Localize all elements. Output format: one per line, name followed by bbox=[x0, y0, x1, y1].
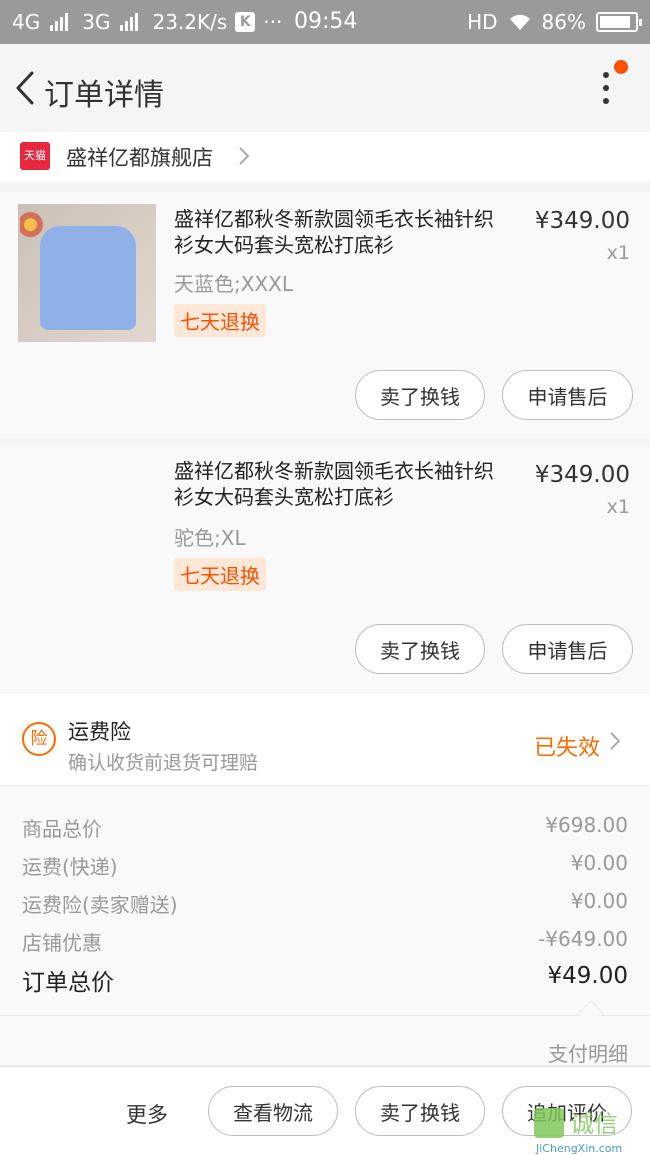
product-name[interactable]: 盛祥亿都秋冬新款圆领毛衣长袖针织衫女大码套头宽松打底衫 bbox=[174, 458, 504, 510]
summary-value: ¥0.00 bbox=[570, 851, 628, 875]
watermark-logo-icon bbox=[534, 1108, 564, 1138]
product-name[interactable]: 盛祥亿都秋冬新款圆领毛衣长袖针织衫女大码套头宽松打底衫 bbox=[174, 206, 504, 258]
product-sku: 天蓝色;XXXL bbox=[174, 272, 293, 296]
page-title: 订单详情 bbox=[44, 78, 164, 113]
product-price: ¥349.00 bbox=[534, 208, 630, 234]
summary-value: -¥649.00 bbox=[538, 927, 628, 951]
after-sale-button[interactable]: 申请售后 bbox=[502, 370, 633, 420]
network-3g-label: 3G bbox=[82, 10, 111, 34]
product-sku: 驼色;XL bbox=[174, 526, 246, 550]
product-price: ¥349.00 bbox=[534, 462, 630, 488]
signal-icon-2 bbox=[120, 13, 139, 31]
summary-row-shipping: 运费(快递) ¥0.00 bbox=[22, 851, 628, 880]
chevron-right-icon bbox=[239, 147, 250, 165]
battery-percent: 86% bbox=[541, 10, 586, 34]
signal-icon bbox=[50, 13, 69, 31]
notification-dot bbox=[614, 60, 628, 74]
product-quantity: x1 bbox=[606, 496, 630, 518]
summary-label: 运费险(卖家赠送) bbox=[22, 893, 178, 917]
watermark-url: JiChengXin.com bbox=[536, 1142, 623, 1155]
seven-day-return-badge: 七天退换 bbox=[174, 558, 266, 591]
summary-label: 商品总价 bbox=[22, 817, 102, 841]
order-item-1[interactable]: 盛祥亿都秋冬新款圆领毛衣长袖针织衫女大码套头宽松打底衫 ¥349.00 x1 天… bbox=[0, 192, 650, 438]
summary-label: 运费(快递) bbox=[22, 855, 118, 879]
network-4g-label: 4G bbox=[12, 10, 41, 34]
order-total-label: 订单总价 bbox=[22, 970, 114, 996]
summary-label: 店铺优惠 bbox=[22, 931, 102, 955]
payment-detail-link[interactable]: 支付明细 bbox=[548, 1038, 628, 1067]
site-watermark: 诚信 JiChengXin.com bbox=[534, 1104, 650, 1155]
sell-for-cash-button[interactable]: 卖了换钱 bbox=[355, 1086, 485, 1136]
shop-name: 盛祥亿都旗舰店 bbox=[66, 146, 213, 170]
order-total-value: ¥49.00 bbox=[547, 963, 628, 989]
status-time: 09:54 bbox=[294, 9, 358, 34]
payment-detail-row[interactable]: 支付明细 bbox=[0, 1015, 650, 1067]
summary-value: ¥698.00 bbox=[545, 813, 628, 837]
sweater-image bbox=[40, 226, 136, 330]
hd-label: HD bbox=[467, 10, 498, 34]
view-logistics-button[interactable]: 查看物流 bbox=[208, 1086, 338, 1136]
more-notifications-icon: ··· bbox=[263, 10, 283, 34]
summary-row-goods-total: 商品总价 ¥698.00 bbox=[22, 813, 628, 842]
price-summary: 商品总价 ¥698.00 运费(快递) ¥0.00 运费险(卖家赠送) ¥0.0… bbox=[0, 787, 650, 1015]
tmall-icon: 天猫 bbox=[20, 142, 50, 170]
product-quantity: x1 bbox=[606, 242, 630, 264]
order-item-2[interactable]: 盛祥亿都秋冬新款圆领毛衣长袖针织衫女大码套头宽松打底衫 ¥349.00 x1 驼… bbox=[0, 446, 650, 692]
page-header: 订单详情 bbox=[0, 44, 650, 132]
more-button[interactable]: 更多 bbox=[126, 1099, 168, 1129]
insurance-icon: 险 bbox=[22, 722, 56, 756]
app-notification-icon: K bbox=[235, 12, 256, 32]
summary-row-insurance: 运费险(卖家赠送) ¥0.00 bbox=[22, 889, 628, 918]
back-icon[interactable] bbox=[12, 70, 38, 106]
summary-row-order-total: 订单总价 ¥49.00 bbox=[22, 963, 628, 997]
after-sale-button[interactable]: 申请售后 bbox=[502, 624, 633, 674]
summary-value: ¥0.00 bbox=[570, 889, 628, 913]
summary-row-shop-discount: 店铺优惠 -¥649.00 bbox=[22, 927, 628, 956]
network-speed: 23.2K/s bbox=[152, 10, 228, 34]
shop-row[interactable]: 天猫 盛祥亿都旗舰店 bbox=[0, 132, 650, 182]
status-right: HD 86% bbox=[467, 10, 642, 34]
watermark-text: 诚信 bbox=[570, 1110, 618, 1138]
seven-day-return-badge: 七天退换 bbox=[174, 304, 266, 337]
sell-for-cash-button[interactable]: 卖了换钱 bbox=[355, 370, 485, 420]
status-left: 4G 3G 23.2K/s K ··· bbox=[12, 10, 282, 34]
wifi-icon bbox=[509, 14, 530, 30]
insurance-title: 运费险 bbox=[68, 720, 131, 744]
battery-icon bbox=[596, 12, 642, 32]
insurance-description: 确认收货前退货可理赔 bbox=[68, 752, 259, 774]
insurance-status: 已失效 bbox=[534, 736, 601, 761]
more-options-icon[interactable] bbox=[592, 60, 628, 110]
status-bar: 4G 3G 23.2K/s K ··· 09:54 HD 86% bbox=[0, 0, 650, 44]
product-thumbnail[interactable] bbox=[18, 204, 156, 342]
chevron-right-icon bbox=[610, 732, 621, 750]
shipping-insurance-row[interactable]: 险 运费险 确认收货前退货可理赔 已失效 bbox=[0, 694, 650, 786]
sell-for-cash-button[interactable]: 卖了换钱 bbox=[355, 624, 485, 674]
